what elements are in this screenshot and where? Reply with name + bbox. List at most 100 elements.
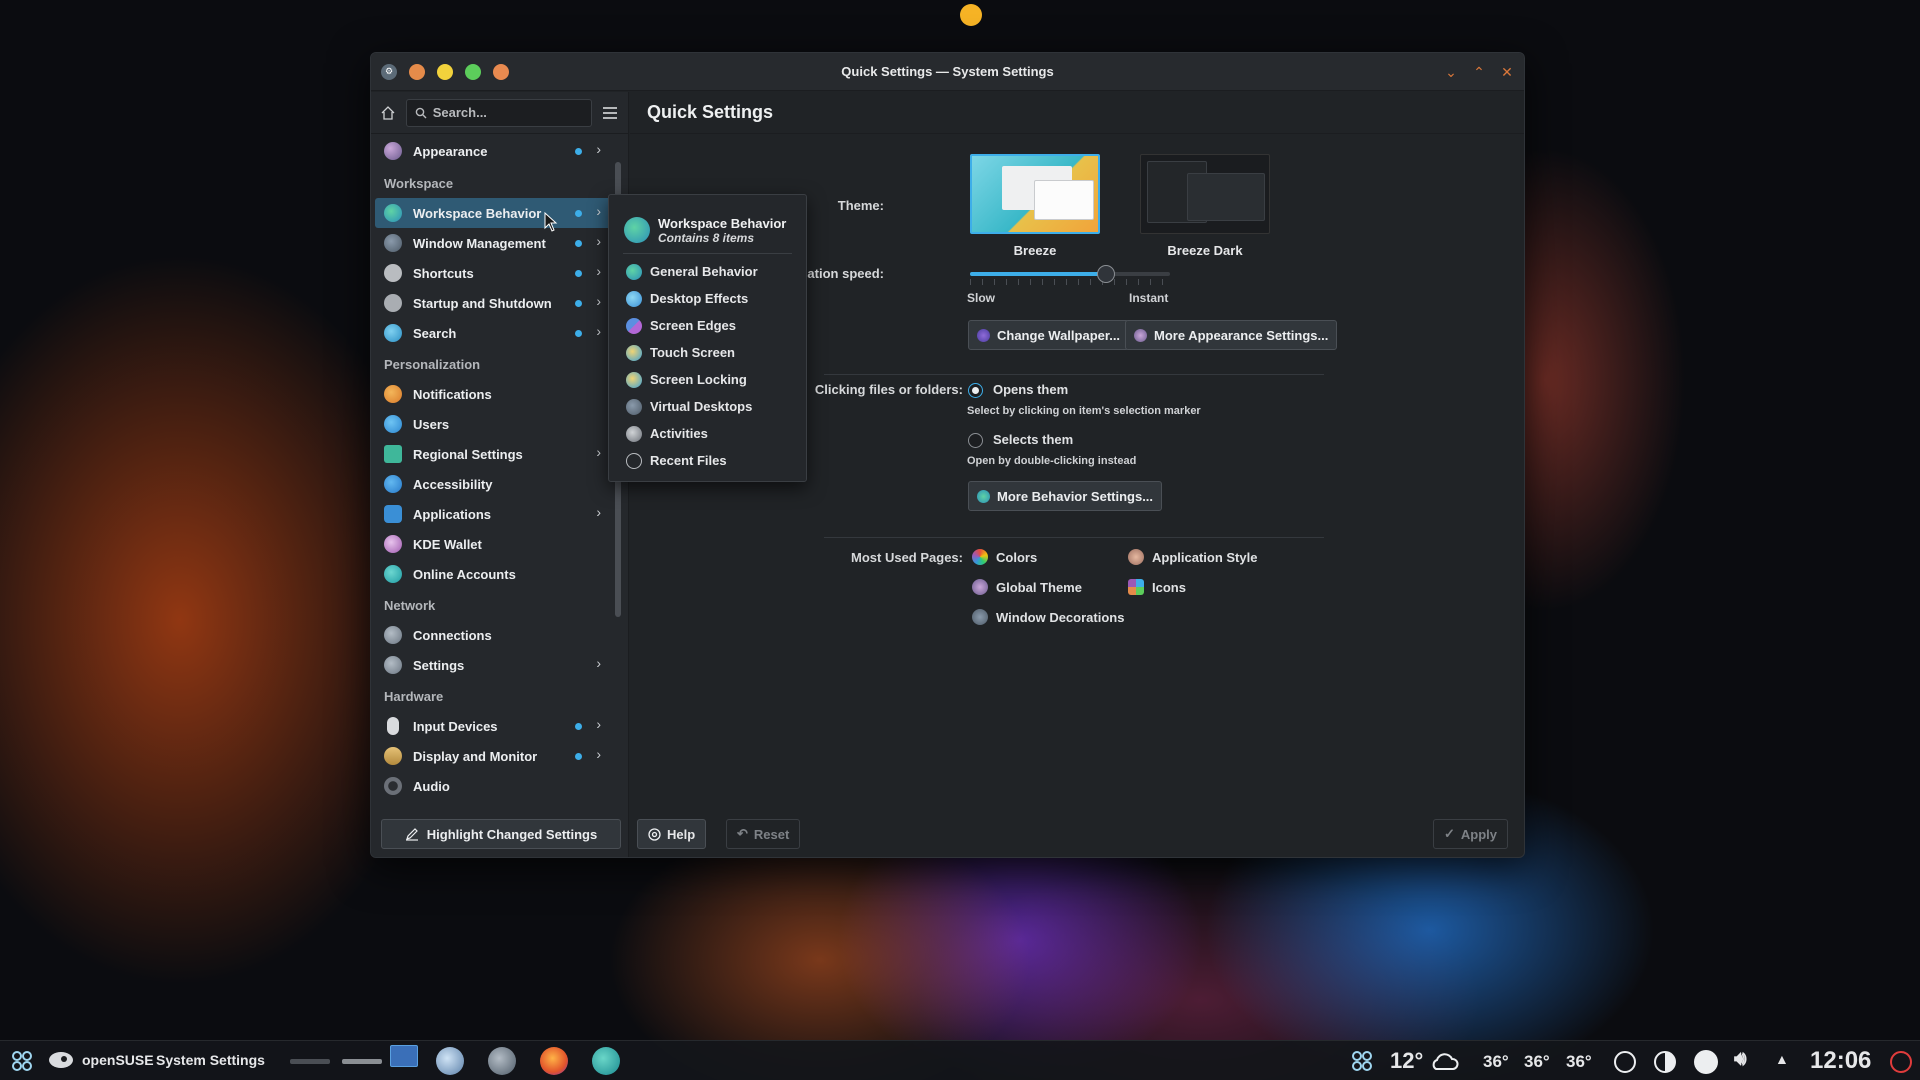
sidebar-item-shortcuts[interactable]: Shortcuts › xyxy=(375,258,611,288)
popup-item-desktop-effects[interactable]: Desktop Effects xyxy=(609,285,806,312)
home-icon xyxy=(381,105,395,120)
popup-title: Workspace Behavior xyxy=(658,215,787,231)
animation-slider-handle[interactable] xyxy=(1097,265,1115,283)
popup-item-label: Screen Edges xyxy=(650,318,736,333)
sidebar-item-appearance[interactable]: Appearance › xyxy=(375,136,611,166)
sidebar-item-users[interactable]: Users xyxy=(375,409,611,439)
chevron-right-icon: › xyxy=(596,293,601,309)
apply-button[interactable]: ✓ Apply xyxy=(1433,819,1509,849)
grid-icon xyxy=(1352,1051,1372,1071)
color-dot-orange-2[interactable] xyxy=(493,63,509,80)
media-pause-icon[interactable] xyxy=(1694,1050,1718,1074)
most-used-window-decorations[interactable]: Window Decorations xyxy=(972,609,1124,625)
selects-them-radio[interactable] xyxy=(968,433,983,448)
users-icon xyxy=(384,415,402,433)
search-box[interactable] xyxy=(405,98,592,127)
display-icon xyxy=(384,747,402,765)
distro-menu[interactable]: openSUSE xyxy=(48,1051,154,1069)
close-button[interactable]: ✕ xyxy=(1498,63,1516,81)
opens-them-radio[interactable] xyxy=(968,383,983,398)
pager-desktop-2[interactable] xyxy=(342,1059,382,1064)
pager-desktop-1[interactable] xyxy=(290,1059,330,1064)
activities-icon xyxy=(626,425,642,442)
most-used-colors[interactable]: Colors xyxy=(972,549,1037,565)
minimize-button[interactable]: ⌄ xyxy=(1442,63,1460,81)
sidebar-item-search[interactable]: Search › xyxy=(375,318,611,348)
theme-card-breeze-dark[interactable]: Breeze Dark xyxy=(1140,154,1270,258)
sidebar-item-accessibility[interactable]: Accessibility xyxy=(375,469,611,499)
hamburger-menu-button[interactable] xyxy=(600,100,620,126)
reset-button[interactable]: ↶ Reset xyxy=(726,819,801,849)
system-settings-icon[interactable] xyxy=(488,1047,516,1075)
sidebar-item-window-management[interactable]: Window Management › xyxy=(375,228,611,258)
weather-widget[interactable]: 12° xyxy=(1390,1048,1459,1074)
popup-item-label: General Behavior xyxy=(650,264,758,279)
clock[interactable]: 12:06 xyxy=(1810,1047,1871,1075)
app-launcher-button[interactable] xyxy=(10,1049,34,1073)
home-button[interactable] xyxy=(379,101,398,125)
page-title: Quick Settings xyxy=(630,92,1524,134)
sidebar-item-network-settings[interactable]: Settings › xyxy=(375,650,611,680)
popup-item-touch-screen[interactable]: Touch Screen xyxy=(609,339,806,366)
selects-them-option[interactable]: Selects them xyxy=(993,432,1073,447)
power-icon[interactable] xyxy=(1890,1051,1912,1073)
popup-item-virtual-desktops[interactable]: Virtual Desktops xyxy=(609,393,806,420)
most-used-icons[interactable]: Icons xyxy=(1128,579,1186,595)
global-theme-label: Global Theme xyxy=(996,579,1082,595)
title-bar[interactable]: ⚙ Quick Settings — System Settings ⌄ ⌃ ✕ xyxy=(371,53,1524,91)
discover-icon[interactable] xyxy=(592,1047,620,1075)
sidebar-item-connections[interactable]: Connections xyxy=(375,620,611,650)
most-used-application-style[interactable]: Application Style xyxy=(1128,549,1257,565)
title-bar-buttons: ⚙ xyxy=(381,63,509,80)
popup-item-screen-edges[interactable]: Screen Edges xyxy=(609,312,806,339)
volume-icon[interactable]: 🔊︎ xyxy=(1734,1048,1747,1071)
night-color-icon[interactable] xyxy=(1654,1051,1676,1073)
pager-desktop-3[interactable] xyxy=(390,1045,418,1067)
sidebar-item-input-devices[interactable]: Input Devices › xyxy=(375,711,611,741)
clock-icon xyxy=(626,452,642,469)
sidebar-item-notifications[interactable]: Notifications xyxy=(375,379,611,409)
more-behavior-settings-button[interactable]: More Behavior Settings... xyxy=(968,481,1163,511)
chevron-right-icon: › xyxy=(596,504,601,520)
widget-launcher-button[interactable] xyxy=(1350,1049,1374,1073)
sidebar-item-display-monitor[interactable]: Display and Monitor › xyxy=(375,741,611,771)
popup-item-general-behavior[interactable]: General Behavior xyxy=(609,258,806,285)
app-icon[interactable]: ⚙ xyxy=(381,63,397,80)
more-behavior-label: More Behavior Settings... xyxy=(997,488,1154,504)
maximize-button[interactable]: ⌃ xyxy=(1470,63,1488,81)
opens-them-option[interactable]: Opens them xyxy=(993,382,1068,397)
popup-item-activities[interactable]: Activities xyxy=(609,420,806,447)
sidebar-item-workspace-behavior[interactable]: Workspace Behavior › xyxy=(375,198,611,228)
sidebar-item-regional-settings[interactable]: Regional Settings › xyxy=(375,439,611,469)
most-used-global-theme[interactable]: Global Theme xyxy=(972,579,1082,595)
chevron-right-icon: › xyxy=(596,655,601,671)
chevron-right-icon: › xyxy=(596,444,601,460)
theme-card-breeze[interactable]: Breeze xyxy=(970,154,1100,258)
dolphin-icon[interactable] xyxy=(436,1047,464,1075)
sidebar-item-online-accounts[interactable]: Online Accounts xyxy=(375,559,611,589)
colors-icon xyxy=(972,549,988,565)
sidebar-item-startup-shutdown[interactable]: Startup and Shutdown › xyxy=(375,288,611,318)
accessibility-icon xyxy=(384,475,402,493)
highlight-changed-settings-button[interactable]: Highlight Changed Settings xyxy=(381,819,621,849)
sidebar-item-audio[interactable]: Audio xyxy=(375,771,611,801)
more-appearance-settings-button[interactable]: More Appearance Settings... xyxy=(1125,320,1338,350)
color-dot-orange[interactable] xyxy=(409,63,425,80)
popup-item-screen-locking[interactable]: Screen Locking xyxy=(609,366,806,393)
popup-subtitle: Contains 8 items xyxy=(658,230,755,245)
change-wallpaper-button[interactable]: Change Wallpaper... xyxy=(968,320,1130,350)
color-dot-yellow[interactable] xyxy=(437,63,453,80)
tray-expand-icon[interactable]: ▲ xyxy=(1775,1051,1789,1067)
search-input[interactable] xyxy=(432,105,583,120)
firefox-icon[interactable] xyxy=(540,1047,568,1075)
popup-item-recent-files[interactable]: Recent Files xyxy=(609,447,806,474)
virtual-desktops-icon xyxy=(626,398,642,415)
updates-icon[interactable] xyxy=(1614,1051,1636,1073)
screen-edges-icon xyxy=(626,317,642,334)
sidebar-item-label: Workspace Behavior xyxy=(413,205,542,221)
help-button[interactable]: Help xyxy=(637,819,707,849)
sidebar-item-applications[interactable]: Applications › xyxy=(375,499,611,529)
sidebar-item-kde-wallet[interactable]: KDE Wallet xyxy=(375,529,611,559)
color-dot-green[interactable] xyxy=(465,63,481,80)
changed-indicator xyxy=(575,210,582,217)
